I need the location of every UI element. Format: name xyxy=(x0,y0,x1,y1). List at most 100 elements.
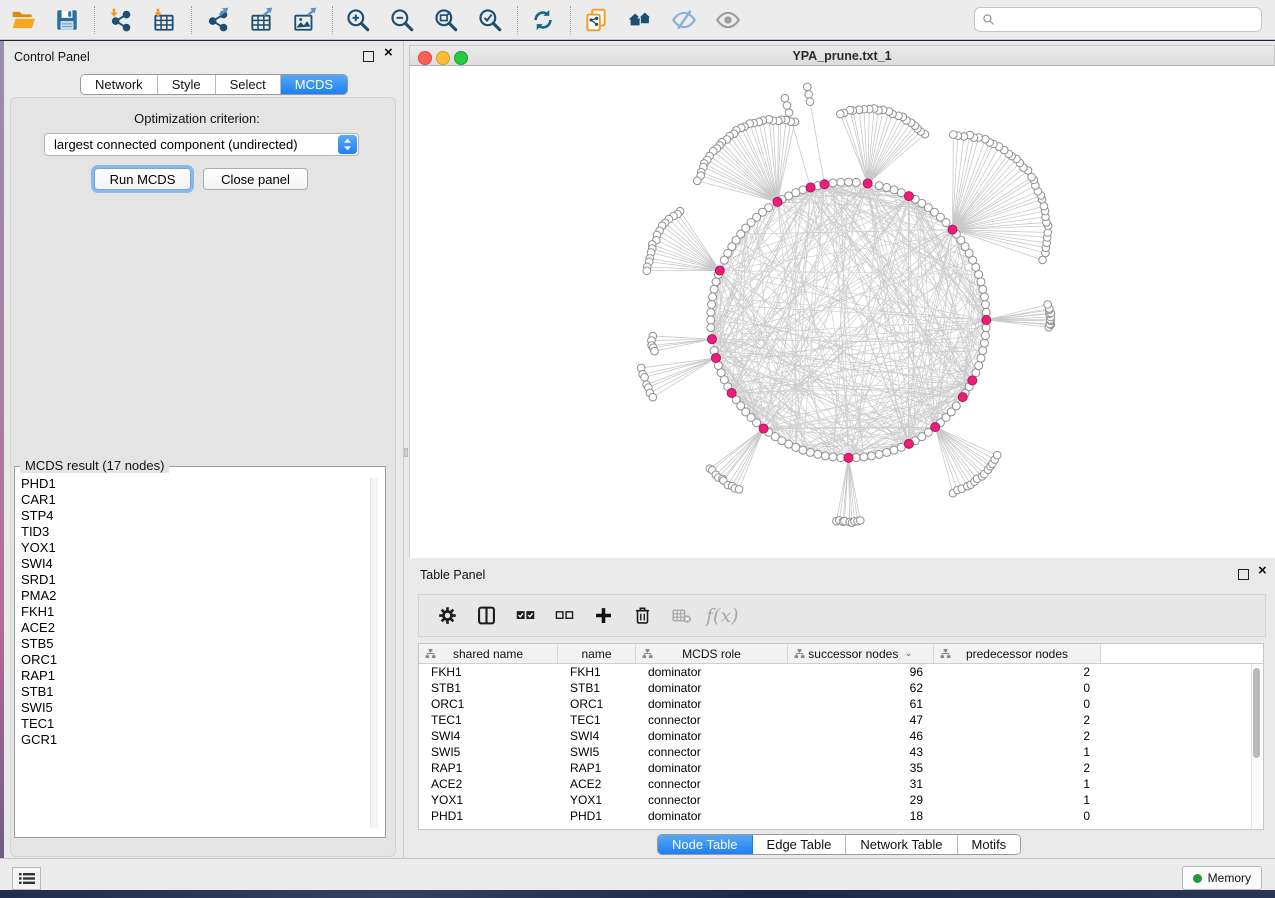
mcds-result-item[interactable]: RAP1 xyxy=(15,668,377,684)
float-panel-icon[interactable] xyxy=(363,51,374,62)
export-table-icon[interactable] xyxy=(246,5,276,35)
criterion-dropdown[interactable]: largest connected component (undirected) xyxy=(44,133,359,156)
column-header-successor-nodes[interactable]: successor nodes⌄ xyxy=(788,644,934,663)
show-all-icon[interactable] xyxy=(713,5,743,35)
column-header-shared-name[interactable]: shared name xyxy=(419,644,558,663)
splitter-grip[interactable] xyxy=(404,448,408,457)
mcds-result-item[interactable]: SRD1 xyxy=(15,572,377,588)
column-header-predecessor-nodes[interactable]: predecessor nodes xyxy=(934,644,1101,663)
close-table-panel-icon[interactable]: × xyxy=(1258,566,1267,576)
zoom-selected-icon[interactable] xyxy=(475,5,505,35)
tab-edge-table[interactable]: Edge Table xyxy=(753,835,847,854)
table-row-STB1[interactable]: STB1STB1dominator620 xyxy=(419,680,1263,696)
cell-predecessor-nodes: 2 xyxy=(934,713,1101,727)
tab-motifs[interactable]: Motifs xyxy=(958,835,1021,854)
panel-selector-button[interactable] xyxy=(12,867,41,890)
table-row-YOX1[interactable]: YOX1YOX1connector291 xyxy=(419,792,1263,808)
cell-MCDS-role: dominator xyxy=(636,729,788,743)
table-row-TEC1[interactable]: TEC1TEC1connector472 xyxy=(419,712,1263,728)
cell-predecessor-nodes: 0 xyxy=(934,697,1101,711)
cell-name: ACE2 xyxy=(558,777,636,791)
import-network-icon[interactable] xyxy=(105,5,135,35)
search-icon xyxy=(982,13,995,26)
refresh-layout-icon[interactable] xyxy=(528,5,558,35)
cell-MCDS-role: dominator xyxy=(636,697,788,711)
dropdown-stepper-icon xyxy=(338,135,357,154)
open-session-icon[interactable] xyxy=(8,5,38,35)
search-field[interactable] xyxy=(1000,7,1261,32)
table-row-FKH1[interactable]: FKH1FKH1dominator962 xyxy=(419,664,1263,680)
cell-predecessor-nodes: 2 xyxy=(934,729,1101,743)
mcds-result-item[interactable]: SWI4 xyxy=(15,556,377,572)
result-list-scrollbar[interactable] xyxy=(370,478,378,828)
main-toolbar xyxy=(0,0,1275,40)
mcds-result-list[interactable]: PHD1CAR1STP4TID3YOX1SWI4SRD1PMA2FKH1ACE2… xyxy=(15,476,377,831)
cell-predecessor-nodes: 0 xyxy=(934,809,1101,823)
mcds-result-item[interactable]: TEC1 xyxy=(15,716,377,732)
table-scrollbar-thumb[interactable] xyxy=(1253,668,1260,758)
table-row-SWI5[interactable]: SWI5SWI5connector431 xyxy=(419,744,1263,760)
mcds-result-item[interactable]: ACE2 xyxy=(15,620,377,636)
tab-style[interactable]: Style xyxy=(158,75,216,94)
tab-node-table[interactable]: Node Table xyxy=(658,835,753,854)
mcds-result-item[interactable]: PMA2 xyxy=(15,588,377,604)
first-neighbors-icon[interactable] xyxy=(625,5,655,35)
delete-column-trash-icon[interactable] xyxy=(626,601,658,631)
save-session-icon[interactable] xyxy=(52,5,82,35)
table-settings-gear-icon[interactable] xyxy=(431,601,463,631)
run-mcds-button[interactable]: Run MCDS xyxy=(94,168,191,190)
mcds-result-item[interactable]: FKH1 xyxy=(15,604,377,620)
hide-selected-icon[interactable] xyxy=(669,5,699,35)
mcds-result-item[interactable]: GCR1 xyxy=(15,732,377,748)
zoom-out-icon[interactable] xyxy=(387,5,417,35)
node-table[interactable]: shared namenameMCDS rolesuccessor nodes⌄… xyxy=(418,643,1264,830)
table-row-ORC1[interactable]: ORC1ORC1dominator610 xyxy=(419,696,1263,712)
show-column-panel-icon[interactable] xyxy=(470,601,502,631)
cell-successor-nodes: 61 xyxy=(788,697,934,711)
tab-network[interactable]: Network xyxy=(81,75,158,94)
mcds-result-item[interactable]: TID3 xyxy=(15,524,377,540)
mcds-result-item[interactable]: CAR1 xyxy=(15,492,377,508)
network-canvas[interactable] xyxy=(409,66,1275,558)
memory-button[interactable]: Memory xyxy=(1182,866,1262,890)
zoom-in-icon[interactable] xyxy=(343,5,373,35)
table-row-RAP1[interactable]: RAP1RAP1dominator352 xyxy=(419,760,1263,776)
create-column-plus-icon[interactable] xyxy=(587,601,619,631)
tab-select[interactable]: Select xyxy=(216,75,281,94)
mcds-result-item[interactable]: ORC1 xyxy=(15,652,377,668)
unselect-all-columns-icon[interactable] xyxy=(548,601,580,631)
table-row-SWI4[interactable]: SWI4SWI4dominator462 xyxy=(419,728,1263,744)
close-panel-button[interactable]: Close panel xyxy=(203,168,308,190)
search-input[interactable] xyxy=(974,7,1262,32)
mcds-result-item[interactable]: PHD1 xyxy=(15,476,377,492)
cell-name: STB1 xyxy=(558,681,636,695)
mcds-result-item[interactable]: STP4 xyxy=(15,508,377,524)
close-panel-icon[interactable]: × xyxy=(384,48,393,58)
export-image-icon[interactable] xyxy=(290,5,320,35)
mcds-result-item[interactable]: STB5 xyxy=(15,636,377,652)
zoom-fit-icon[interactable] xyxy=(431,5,461,35)
control-panel: Control Panel × NetworkStyleSelectMCDS O… xyxy=(4,41,404,858)
network-window-title: YPA_prune.txt_1 xyxy=(410,49,1274,63)
cell-MCDS-role: dominator xyxy=(636,681,788,695)
cell-shared-name: ORC1 xyxy=(419,697,558,711)
float-table-panel-icon[interactable] xyxy=(1238,569,1249,580)
import-table-icon[interactable] xyxy=(149,5,179,35)
mcds-result-item[interactable]: YOX1 xyxy=(15,540,377,556)
network-window-titlebar[interactable]: YPA_prune.txt_1 xyxy=(409,45,1275,66)
table-scrollbar[interactable] xyxy=(1251,664,1261,829)
table-row-PHD1[interactable]: PHD1PHD1dominator180 xyxy=(419,808,1263,824)
mcds-result-item[interactable]: STB1 xyxy=(15,684,377,700)
export-network-icon[interactable] xyxy=(202,5,232,35)
cell-successor-nodes: 46 xyxy=(788,729,934,743)
new-network-from-selection-icon[interactable] xyxy=(581,5,611,35)
select-all-columns-icon[interactable] xyxy=(509,601,541,631)
tab-mcds[interactable]: MCDS xyxy=(281,75,347,94)
column-type-icon xyxy=(794,648,805,662)
mcds-result-item[interactable]: SWI5 xyxy=(15,700,377,716)
tab-network-table[interactable]: Network Table xyxy=(846,835,957,854)
table-row-ACE2[interactable]: ACE2ACE2connector311 xyxy=(419,776,1263,792)
table-toolbar: f(x) xyxy=(418,594,1266,637)
column-header-name[interactable]: name xyxy=(558,644,636,663)
column-header-MCDS-role[interactable]: MCDS role xyxy=(636,644,788,663)
